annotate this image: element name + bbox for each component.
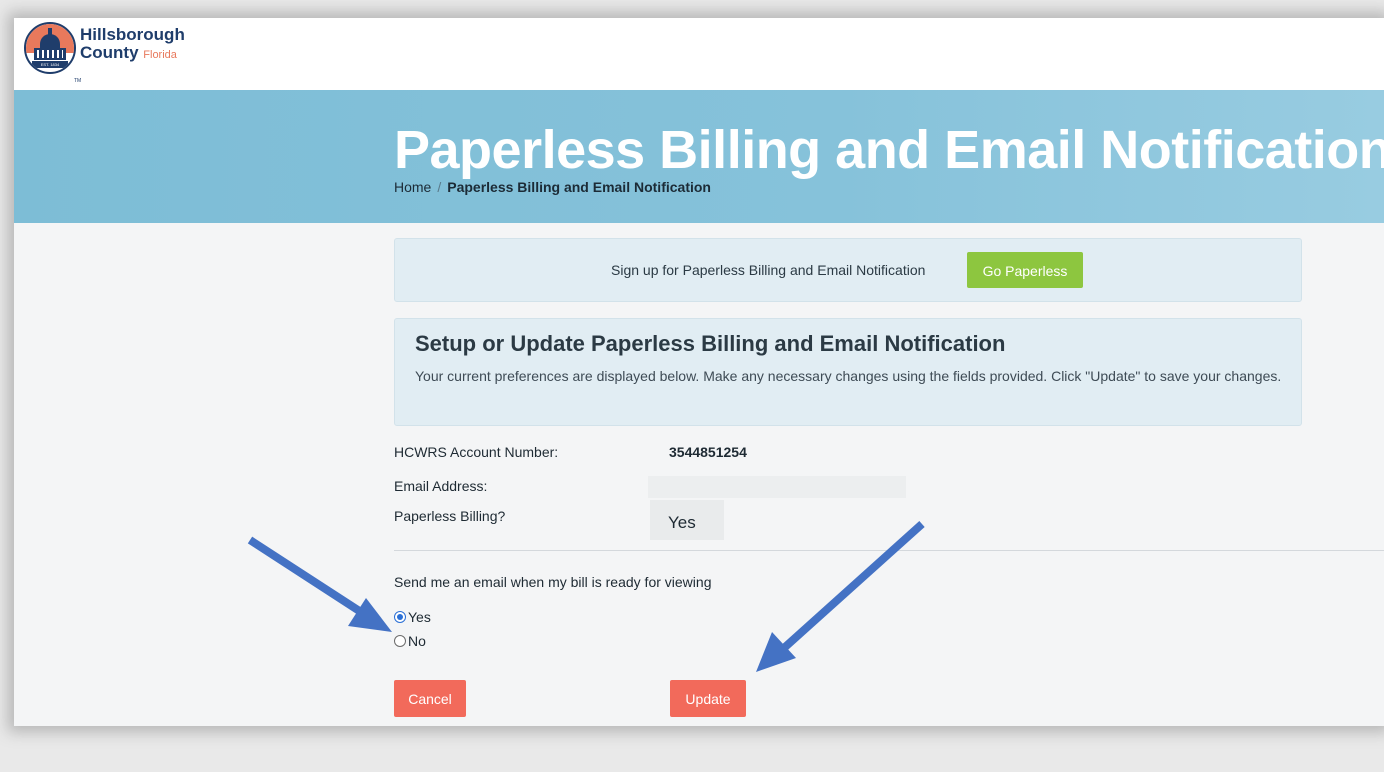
account-number-value: 3544851254	[669, 444, 747, 460]
paperless-billing-label: Paperless Billing?	[394, 508, 506, 524]
radio-no-label[interactable]: No	[408, 633, 426, 649]
email-notify-prompt: Send me an email when my bill is ready f…	[394, 574, 712, 590]
account-number-label: HCWRS Account Number:	[394, 444, 559, 460]
breadcrumb-separator: /	[437, 179, 442, 195]
breadcrumb-home-link[interactable]: Home	[394, 179, 431, 195]
seal-est-text: EST. 1834	[32, 61, 68, 68]
brand-county: County	[80, 43, 139, 62]
paperless-billing-value: Yes	[668, 513, 696, 532]
go-paperless-button[interactable]: Go Paperless	[967, 252, 1083, 288]
breadcrumb: Home / Paperless Billing and Email Notific…	[394, 179, 711, 195]
hero-banner: Paperless Billing and Email Notification…	[14, 90, 1384, 223]
radio-option-no[interactable]: No	[394, 633, 426, 649]
panel-title: Setup or Update Paperless Billing and Em…	[415, 331, 1006, 356]
radio-option-yes[interactable]: Yes	[394, 609, 431, 625]
panel-description: Your current preferences are displayed b…	[415, 368, 1282, 384]
radio-yes-label[interactable]: Yes	[408, 609, 431, 625]
signup-message: Sign up for Paperless Billing and Email …	[611, 262, 926, 278]
breadcrumb-current: Paperless Billing and Email Notification	[447, 179, 711, 195]
brand-name-line1[interactable]: Hillsborough	[80, 26, 185, 44]
paperless-billing-value-box[interactable]: Yes	[650, 500, 724, 540]
preferences-panel: Setup or Update Paperless Billing and Em…	[394, 318, 1302, 426]
site-header: EST. 1834 Hillsborough County Florida TM	[14, 18, 1384, 90]
brand-name-line2[interactable]: County Florida	[80, 44, 177, 64]
update-button[interactable]: Update	[670, 680, 746, 717]
email-address-field[interactable]	[648, 476, 906, 498]
signup-banner: Sign up for Paperless Billing and Email …	[394, 238, 1302, 302]
brand-state: Florida	[143, 49, 177, 61]
trademark-mark: TM	[74, 78, 82, 84]
radio-yes-button[interactable]	[394, 611, 406, 623]
radio-no-button[interactable]	[394, 635, 406, 647]
browser-screenshot: EST. 1834 Hillsborough County Florida TM…	[14, 18, 1384, 726]
email-address-label: Email Address:	[394, 478, 488, 494]
page-title: Paperless Billing and Email Notification	[394, 120, 1384, 180]
section-divider	[394, 550, 1384, 551]
cancel-button[interactable]: Cancel	[394, 680, 466, 717]
county-seal-logo[interactable]: EST. 1834	[24, 22, 76, 74]
